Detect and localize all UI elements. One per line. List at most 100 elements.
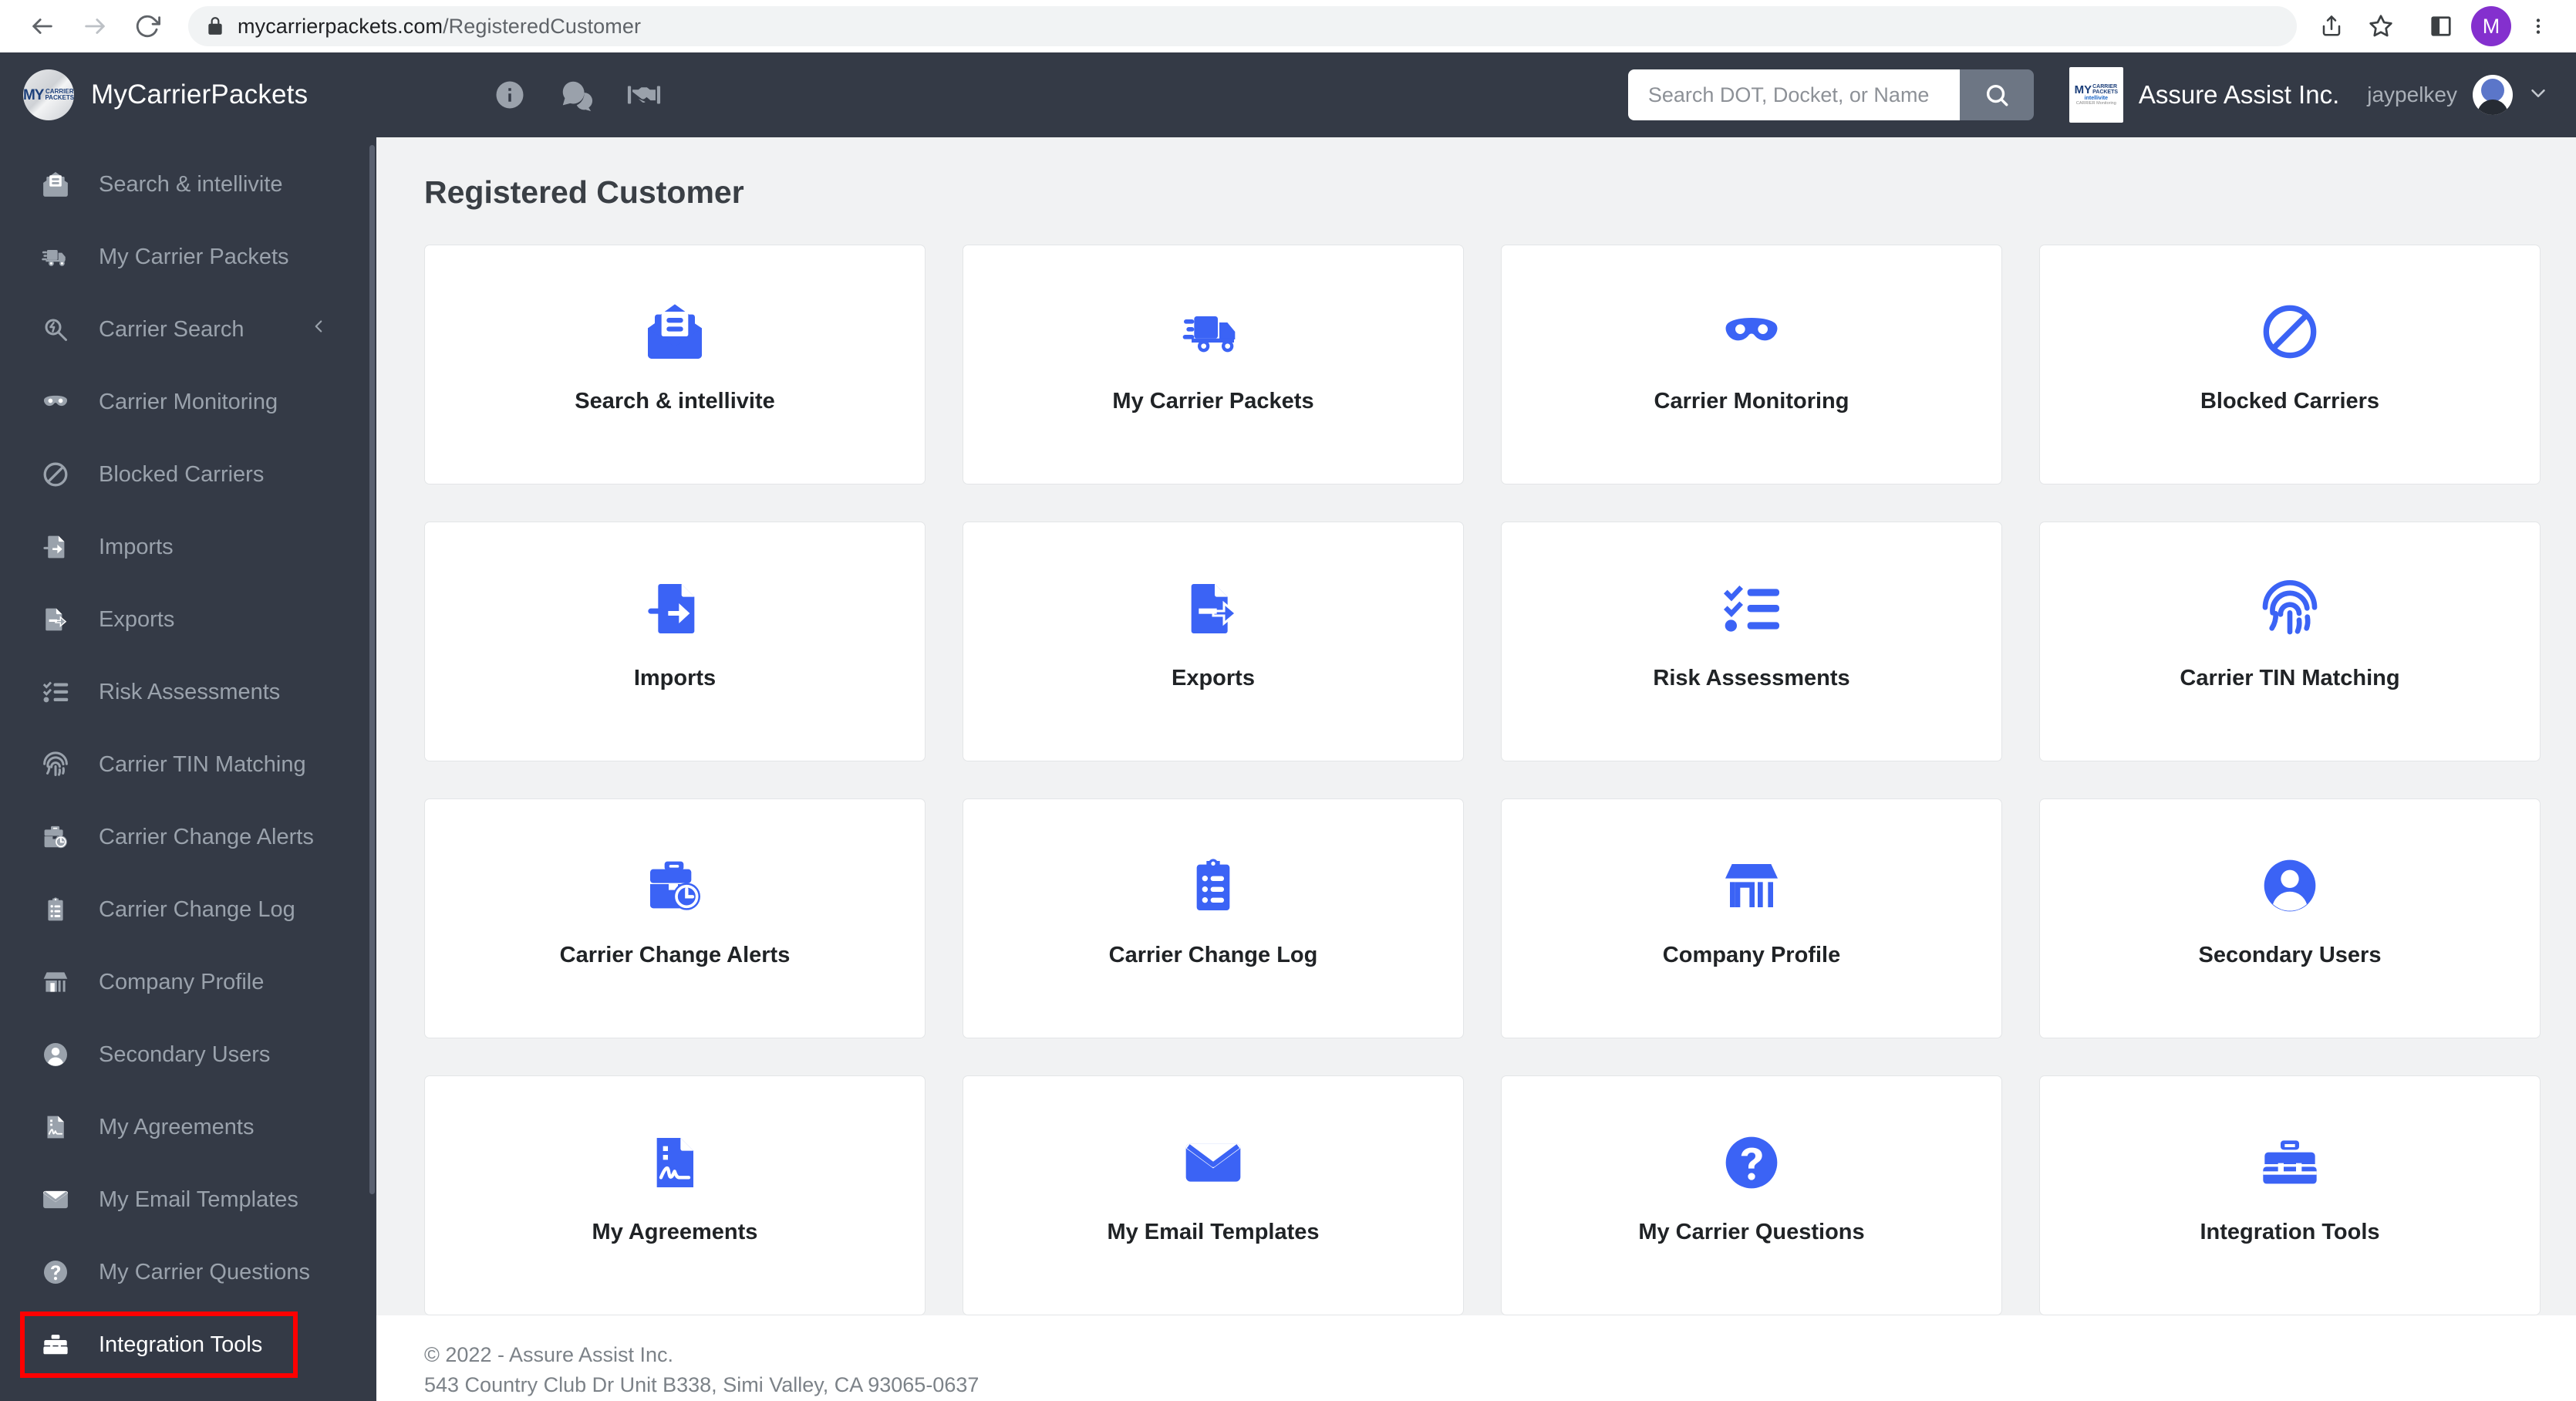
sidebar-item-label: Imports xyxy=(99,534,174,559)
app-logo-icon: MY CARRIER PACKETS xyxy=(23,69,74,120)
card-carrier-change-alerts[interactable]: Carrier Change Alerts xyxy=(424,798,926,1038)
user-name[interactable]: jaypelkey xyxy=(2367,83,2457,107)
user-avatar[interactable] xyxy=(2473,75,2513,115)
block-icon xyxy=(40,461,71,488)
sidebar-item-label: Carrier Change Log xyxy=(99,896,295,922)
card-label: Imports xyxy=(633,666,716,690)
sidebar-item-secondary-users[interactable]: Secondary Users xyxy=(0,1018,376,1091)
open-mail-icon xyxy=(40,170,71,198)
handshake-icon[interactable] xyxy=(626,77,662,113)
briefcase-clock-icon xyxy=(40,823,71,851)
sidebar-item-integration-tools[interactable]: Integration Tools xyxy=(0,1308,376,1381)
sidebar-item-company-profile[interactable]: Company Profile xyxy=(0,946,376,1018)
card-carrier-change-log[interactable]: Carrier Change Log xyxy=(963,798,1464,1038)
browser-back-button[interactable] xyxy=(20,4,65,49)
card-label: Carrier Change Log xyxy=(1108,943,1318,967)
card-risk-assessments[interactable]: Risk Assessments xyxy=(1501,522,2002,761)
question-circle-icon xyxy=(1721,1129,1782,1197)
chat-icon[interactable] xyxy=(558,77,594,113)
mask-icon xyxy=(40,388,71,416)
sidebar-item-carrier-change-alerts[interactable]: Carrier Change Alerts xyxy=(0,801,376,873)
share-icon[interactable] xyxy=(2311,5,2352,47)
card-label: Integration Tools xyxy=(2200,1220,2380,1244)
company-name: Assure Assist Inc. xyxy=(2138,80,2340,109)
fingerprint-icon xyxy=(2259,575,2321,643)
checklist-icon xyxy=(40,678,71,706)
card-grid: Search & intellivite My Carrier Packets Ca… xyxy=(424,245,2541,1315)
brand[interactable]: MY CARRIER PACKETS MyCarrierPackets xyxy=(23,69,355,120)
document-signed-icon xyxy=(644,1129,706,1197)
file-export-icon xyxy=(1182,575,1244,643)
sidebar-item-label: Carrier Search xyxy=(99,316,244,342)
card-blocked-carriers[interactable]: Blocked Carriers xyxy=(2039,245,2541,484)
clipboard-list-icon xyxy=(1182,852,1244,920)
url-domain: mycarrierpackets.com xyxy=(238,14,443,38)
app-header: MY CARRIER PACKETS MyCarrierPackets Sear… xyxy=(0,52,2576,137)
sidebar-item-carrier-change-log[interactable]: Carrier Change Log xyxy=(0,873,376,946)
sidebar-item-label: My Carrier Questions xyxy=(99,1259,310,1285)
card-my-email-templates[interactable]: My Email Templates xyxy=(963,1075,1464,1315)
card-label: My Email Templates xyxy=(1107,1220,1320,1244)
card-label: Secondary Users xyxy=(2198,943,2382,967)
clipboard-list-icon xyxy=(40,896,71,923)
sidebar-item-carrier-tin-matching[interactable]: Carrier TIN Matching xyxy=(0,728,376,801)
sidebar-item-exports[interactable]: Exports xyxy=(0,583,376,656)
lock-icon xyxy=(205,16,225,36)
card-search-intellivite[interactable]: Search & intellivite xyxy=(424,245,926,484)
card-my-carrier-questions[interactable]: My Carrier Questions xyxy=(1501,1075,2002,1315)
chevron-left-icon[interactable] xyxy=(309,316,329,343)
sidebar-item-my-carrier-questions[interactable]: My Carrier Questions xyxy=(0,1236,376,1308)
card-imports[interactable]: Imports xyxy=(424,522,926,761)
address-bar[interactable]: mycarrierpackets.com/RegisteredCustomer xyxy=(188,6,2297,46)
company-logo-carrier-text: CARRIER xyxy=(2092,84,2117,90)
app-body: Search & intellivite My Carrier Packets Ca… xyxy=(0,137,2576,1401)
card-integration-tools[interactable]: Integration Tools xyxy=(2039,1075,2541,1315)
sidebar-item-carrier-monitoring[interactable]: Carrier Monitoring xyxy=(0,366,376,438)
browser-forward-button[interactable] xyxy=(72,4,117,49)
card-secondary-users[interactable]: Secondary Users xyxy=(2039,798,2541,1038)
bookmark-star-icon[interactable] xyxy=(2360,5,2402,47)
chevron-down-icon[interactable] xyxy=(2527,82,2550,109)
card-my-carrier-packets[interactable]: My Carrier Packets xyxy=(963,245,1464,484)
page-title: Registered Customer xyxy=(424,174,744,210)
header-search[interactable] xyxy=(1627,69,2034,120)
card-my-agreements[interactable]: My Agreements xyxy=(424,1075,926,1315)
sidebar-item-search-intellivite[interactable]: Search & intellivite xyxy=(0,148,376,221)
storefront-icon xyxy=(1721,852,1782,920)
sidebar-item-risk-assessments[interactable]: Risk Assessments xyxy=(0,656,376,728)
sidebar-item-blocked-carriers[interactable]: Blocked Carriers xyxy=(0,438,376,511)
sidebar-item-label: My Carrier Packets xyxy=(99,244,289,269)
address-bar-url: mycarrierpackets.com/RegisteredCustomer xyxy=(238,15,641,39)
storefront-icon xyxy=(40,968,71,996)
chrome-menu-icon[interactable] xyxy=(2520,5,2556,47)
sidebar-item-my-carrier-packets[interactable]: My Carrier Packets xyxy=(0,221,376,293)
card-label: My Carrier Packets xyxy=(1112,389,1314,414)
side-panel-icon[interactable] xyxy=(2420,5,2462,47)
card-company-profile[interactable]: Company Profile xyxy=(1501,798,2002,1038)
sidebar-item-label: Carrier Change Alerts xyxy=(99,824,314,849)
card-label: Blocked Carriers xyxy=(2200,389,2380,414)
footer-address: 543 Country Club Dr Unit B338, Simi Vall… xyxy=(424,1373,979,1397)
search-input[interactable] xyxy=(1627,69,1960,120)
envelope-icon xyxy=(40,1186,71,1214)
card-exports[interactable]: Exports xyxy=(963,522,1464,761)
browser-reload-button[interactable] xyxy=(125,4,170,49)
card-label: Carrier Monitoring xyxy=(1654,389,1849,414)
sidebar-item-imports[interactable]: Imports xyxy=(0,511,376,583)
sidebar-item-carrier-search[interactable]: Carrier Search xyxy=(0,293,376,366)
sidebar-item-my-email-templates[interactable]: My Email Templates xyxy=(0,1163,376,1236)
card-carrier-monitoring[interactable]: Carrier Monitoring xyxy=(1501,245,2002,484)
card-carrier-tin-matching[interactable]: Carrier TIN Matching xyxy=(2039,522,2541,761)
user-circle-icon xyxy=(2259,852,2321,920)
file-export-icon xyxy=(40,606,71,633)
sidebar-item-my-agreements[interactable]: My Agreements xyxy=(0,1091,376,1163)
hamburger-menu-icon[interactable] xyxy=(409,82,440,109)
company-logo-icon: MY CARRIER PACKETS intellivite CARRIER M… xyxy=(2069,67,2123,123)
info-icon[interactable] xyxy=(494,79,526,111)
search-button[interactable] xyxy=(1959,69,2034,120)
chrome-profile-avatar[interactable]: M xyxy=(2471,6,2511,46)
toolbox-icon xyxy=(40,1331,71,1359)
company-logo-monitoring-text: CARRIER Monitoring xyxy=(2075,100,2116,106)
footer: © 2022 - Assure Assist Inc. 543 Country … xyxy=(376,1315,2576,1401)
sidebar-item-label: Blocked Carriers xyxy=(99,461,265,487)
